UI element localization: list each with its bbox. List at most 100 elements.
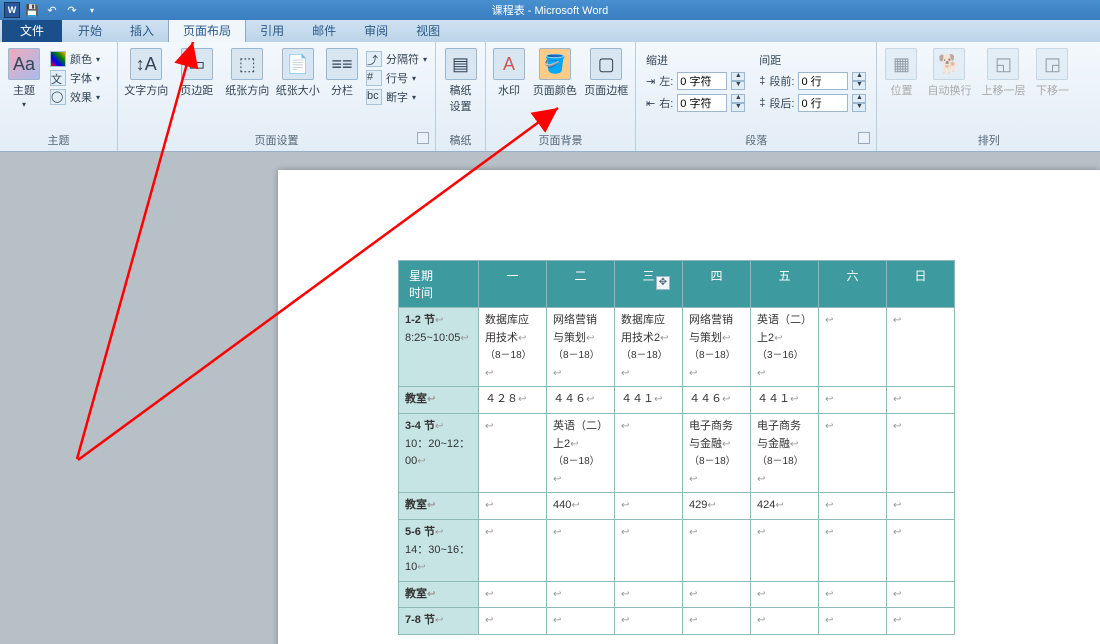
- table-cell[interactable]: 网络营销与策划↩（8－18）↩: [547, 308, 615, 387]
- indent-left-input[interactable]: [677, 72, 727, 90]
- group-page-setup-label: 页面设置: [122, 130, 431, 151]
- spacing-after-input[interactable]: [798, 94, 848, 112]
- wrap-text-button[interactable]: 🐕自动换行: [923, 46, 975, 100]
- table-cell[interactable]: ↩: [819, 493, 887, 520]
- group-manuscript-label: 稿纸: [440, 130, 481, 151]
- paragraph-launcher[interactable]: [858, 132, 870, 144]
- tab-view[interactable]: 视图: [402, 19, 454, 42]
- table-cell[interactable]: ↩: [615, 493, 683, 520]
- page-setup-launcher[interactable]: [417, 132, 429, 144]
- theme-fonts-button[interactable]: 文字体 ▾: [46, 69, 104, 87]
- table-cell[interactable]: ↩: [819, 519, 887, 581]
- table-cell[interactable]: ↩: [819, 581, 887, 608]
- group-page-background-label: 页面背景: [490, 130, 631, 151]
- table-cell[interactable]: ↩: [887, 387, 955, 414]
- indent-left-spinner[interactable]: ▲▼: [731, 72, 745, 90]
- page-borders-button[interactable]: ▢页面边框: [582, 46, 631, 100]
- indent-right-spinner[interactable]: ▲▼: [731, 94, 745, 112]
- table-cell[interactable]: ↩: [547, 581, 615, 608]
- table-cell[interactable]: ↩: [751, 581, 819, 608]
- table-cell[interactable]: ↩: [479, 581, 547, 608]
- table-cell[interactable]: ↩: [615, 413, 683, 492]
- tab-references[interactable]: 引用: [246, 19, 298, 42]
- table-cell[interactable]: 424↩: [751, 493, 819, 520]
- bring-forward-button[interactable]: ◱上移一层: [977, 46, 1029, 100]
- table-cell[interactable]: ↩: [819, 308, 887, 387]
- columns-button[interactable]: ≡≡分栏: [324, 46, 360, 100]
- indent-right-input[interactable]: [677, 94, 727, 112]
- table-cell[interactable]: ↩: [819, 387, 887, 414]
- spacing-before-spinner[interactable]: ▲▼: [852, 72, 866, 90]
- position-button[interactable]: ▦位置: [881, 46, 921, 100]
- tab-home[interactable]: 开始: [64, 19, 116, 42]
- table-cell[interactable]: 429↩: [683, 493, 751, 520]
- table-cell[interactable]: ↩: [615, 608, 683, 635]
- table-cell[interactable]: 电子商务与金融↩（8－18）↩: [683, 413, 751, 492]
- send-backward-button[interactable]: ◲下移一: [1031, 46, 1073, 100]
- table-cell[interactable]: ↩: [819, 413, 887, 492]
- table-cell[interactable]: ４４６↩: [683, 387, 751, 414]
- save-icon[interactable]: 💾: [24, 2, 40, 18]
- table-cell[interactable]: 数据库应用技术2↩（8－18）↩: [615, 308, 683, 387]
- tab-insert[interactable]: 插入: [116, 19, 168, 42]
- manuscript-settings-button[interactable]: ▤稿纸 设置: [440, 46, 481, 116]
- table-cell[interactable]: ４２８↩: [479, 387, 547, 414]
- table-cell[interactable]: ↩: [887, 581, 955, 608]
- table-cell[interactable]: ↩: [547, 608, 615, 635]
- table-move-handle[interactable]: ✥: [656, 276, 670, 290]
- page[interactable]: ✥ 星期 时间 一二三四五六日 1-2 节↩8:25~10:05↩数据库应用技术…: [278, 170, 1100, 644]
- table-cell[interactable]: ４４１↩: [751, 387, 819, 414]
- watermark-button[interactable]: A水印: [490, 46, 528, 100]
- table-cell[interactable]: 440↩: [547, 493, 615, 520]
- hyphenation-button[interactable]: bc断字 ▾: [362, 88, 431, 106]
- text-direction-button[interactable]: ↕A文字方向: [122, 46, 171, 100]
- margins-button[interactable]: ▭页边距: [173, 46, 222, 100]
- table-cell[interactable]: ↩: [547, 519, 615, 581]
- table-cell[interactable]: ↩: [751, 608, 819, 635]
- schedule-table[interactable]: 星期 时间 一二三四五六日 1-2 节↩8:25~10:05↩数据库应用技术↩（…: [398, 260, 955, 635]
- table-cell[interactable]: ↩: [887, 519, 955, 581]
- table-cell[interactable]: 网络营销与策划↩（8－18）↩: [683, 308, 751, 387]
- room-label-cell: 教室↩: [399, 493, 479, 520]
- table-cell[interactable]: 数据库应用技术↩（8－18）↩: [479, 308, 547, 387]
- spacing-before-input[interactable]: [798, 72, 848, 90]
- table-cell[interactable]: ４４６↩: [547, 387, 615, 414]
- size-button[interactable]: 📄纸张大小: [274, 46, 323, 100]
- theme-effects-button[interactable]: ◯效果 ▾: [46, 88, 104, 106]
- theme-colors-button[interactable]: 颜色 ▾: [46, 50, 104, 68]
- table-cell[interactable]: 电子商务与金融↩（8－18）↩: [751, 413, 819, 492]
- table-cell[interactable]: ↩: [819, 608, 887, 635]
- redo-icon[interactable]: ↷: [64, 2, 80, 18]
- tab-mailings[interactable]: 邮件: [298, 19, 350, 42]
- table-cell[interactable]: ４４１↩: [615, 387, 683, 414]
- table-cell[interactable]: ↩: [887, 308, 955, 387]
- table-cell[interactable]: ↩: [887, 413, 955, 492]
- table-cell[interactable]: ↩: [615, 581, 683, 608]
- table-cell[interactable]: 英语（二）上2↩（3－16）↩: [751, 308, 819, 387]
- theme-effects-label: 效果: [70, 89, 92, 105]
- table-cell[interactable]: ↩: [887, 608, 955, 635]
- tab-file[interactable]: 文件: [2, 19, 62, 42]
- qat-dropdown-icon[interactable]: ▾: [84, 2, 100, 18]
- table-cell[interactable]: ↩: [683, 608, 751, 635]
- table-cell[interactable]: ↩: [479, 413, 547, 492]
- table-cell[interactable]: ↩: [683, 581, 751, 608]
- table-cell[interactable]: 英语（二）上2↩（8－18）↩: [547, 413, 615, 492]
- page-color-button[interactable]: 🪣页面颜色: [530, 46, 579, 100]
- table-cell[interactable]: ↩: [479, 493, 547, 520]
- tab-review[interactable]: 审阅: [350, 19, 402, 42]
- table-cell[interactable]: ↩: [615, 519, 683, 581]
- table-cell[interactable]: ↩: [751, 519, 819, 581]
- breaks-button[interactable]: ⤴分隔符 ▾: [362, 50, 431, 68]
- table-cell[interactable]: ↩: [683, 519, 751, 581]
- table-cell[interactable]: ↩: [887, 493, 955, 520]
- orientation-button[interactable]: ⬚纸张方向: [223, 46, 272, 100]
- themes-button[interactable]: Aa 主题 ▾: [4, 46, 44, 111]
- line-numbers-button[interactable]: #行号 ▾: [362, 69, 431, 87]
- table-cell[interactable]: ↩: [479, 519, 547, 581]
- tab-page-layout[interactable]: 页面布局: [168, 18, 246, 42]
- document-area[interactable]: ✥ 星期 时间 一二三四五六日 1-2 节↩8:25~10:05↩数据库应用技术…: [0, 152, 1100, 644]
- table-cell[interactable]: ↩: [479, 608, 547, 635]
- undo-icon[interactable]: ↶: [44, 2, 60, 18]
- spacing-after-spinner[interactable]: ▲▼: [852, 94, 866, 112]
